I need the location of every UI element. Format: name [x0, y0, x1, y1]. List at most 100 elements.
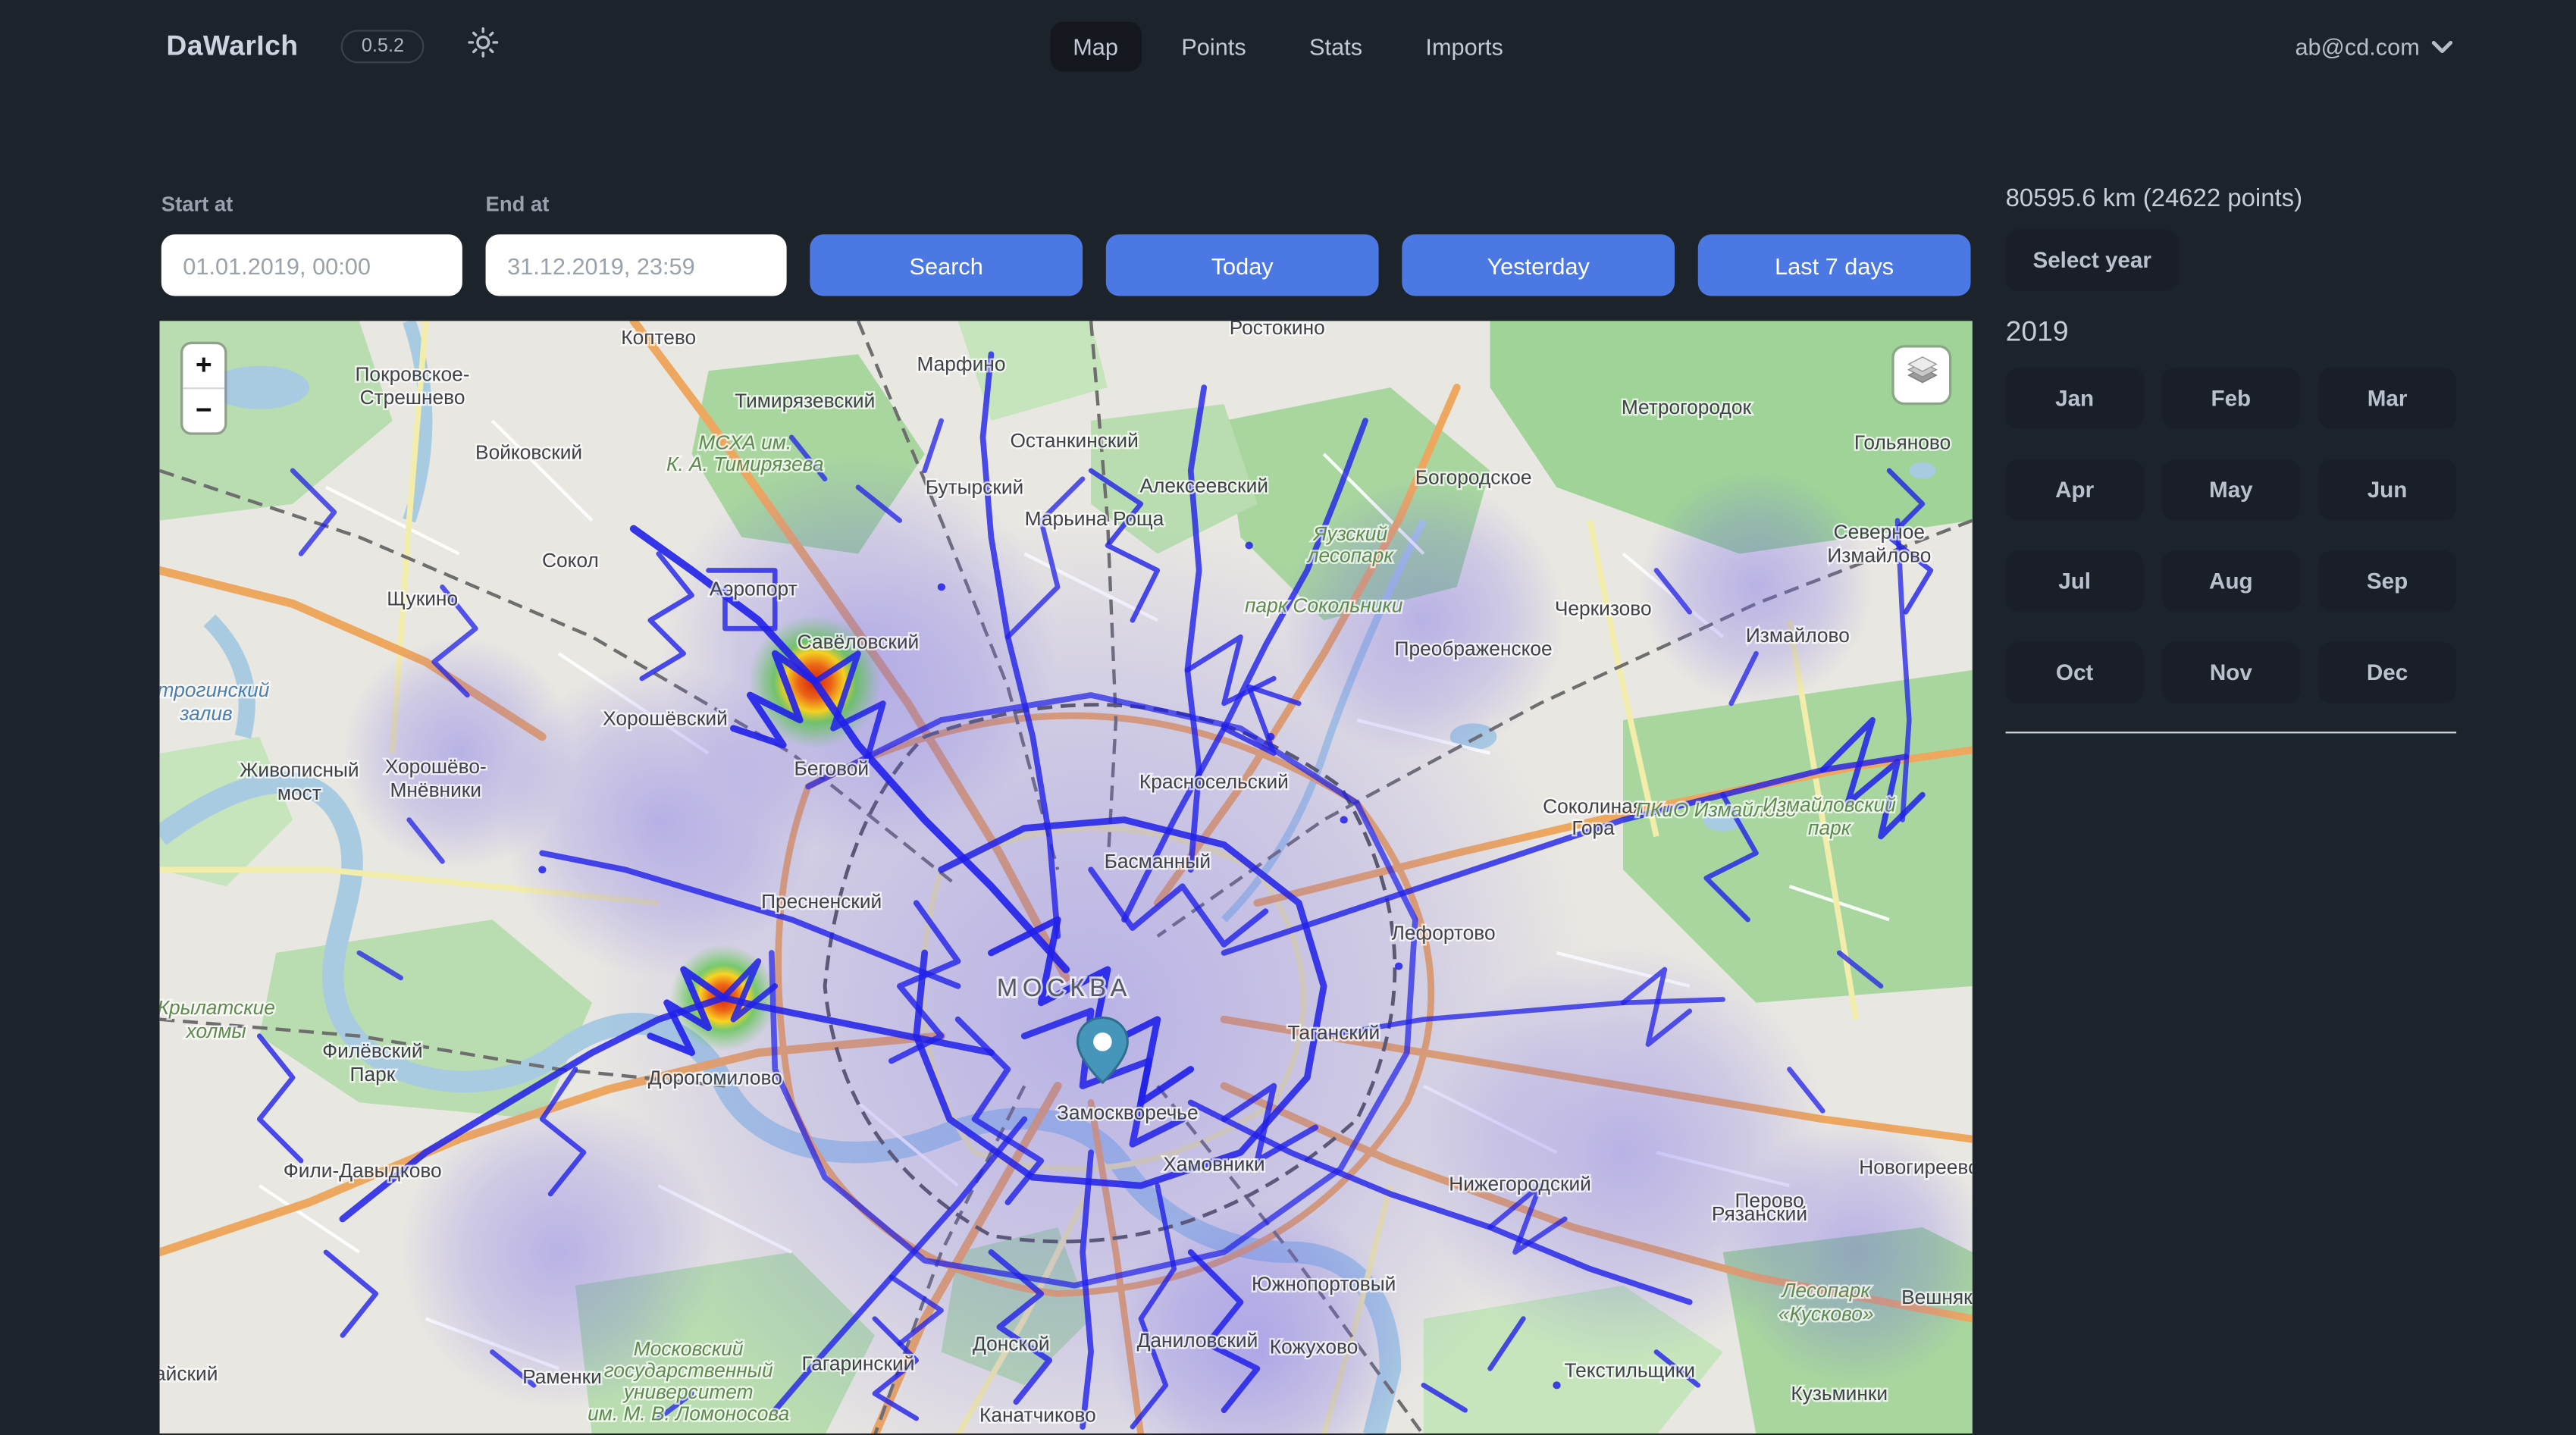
svg-text:МСХА им.: МСХА им.	[698, 431, 791, 453]
svg-text:Измайлово: Измайлово	[1827, 544, 1931, 566]
zoom-in-button[interactable]: +	[183, 344, 224, 389]
month-button-aug[interactable]: Aug	[2162, 550, 2300, 612]
svg-text:Текстильщики: Текстильщики	[1565, 1358, 1696, 1381]
svg-text:Кузьминки: Кузьминки	[1791, 1382, 1888, 1405]
svg-text:Покровское-: Покровское-	[356, 362, 470, 385]
svg-text:Басманный: Басманный	[1105, 850, 1211, 873]
svg-text:Мнёвники: Мнёвники	[390, 779, 481, 801]
app-logo[interactable]: DaWarIch	[166, 30, 298, 63]
svg-text:Северное: Северное	[1834, 521, 1925, 544]
svg-text:государственный: государственный	[604, 1358, 773, 1381]
svg-text:Лесопарк: Лесопарк	[1781, 1279, 1872, 1302]
month-button-feb[interactable]: Feb	[2162, 368, 2300, 429]
start-at-label: Start at	[161, 193, 462, 216]
end-at-label: End at	[486, 193, 787, 216]
svg-text:Хорошёвский: Хорошёвский	[603, 707, 728, 729]
svg-text:парк: парк	[1808, 816, 1852, 839]
svg-text:Парк: Парк	[350, 1063, 396, 1086]
svg-text:Таганский: Таганский	[1287, 1021, 1380, 1044]
svg-text:Московский: Московский	[634, 1337, 744, 1360]
month-button-apr[interactable]: Apr	[2006, 459, 2144, 520]
svg-text:Тимирязевский: Тимирязевский	[735, 389, 875, 412]
svg-text:Войковский: Войковский	[475, 440, 582, 463]
svg-text:Нижегородский: Нижегородский	[1449, 1173, 1591, 1195]
tab-map[interactable]: Map	[1049, 22, 1141, 72]
today-button[interactable]: Today	[1106, 234, 1379, 296]
month-button-oct[interactable]: Oct	[2006, 642, 2144, 703]
theme-toggle-button[interactable]	[467, 27, 499, 67]
svg-text:им. М. В. Ломоносова: им. М. В. Ломоносова	[588, 1402, 789, 1424]
svg-text:Хорошёво-: Хорошёво-	[385, 755, 487, 778]
svg-text:Ростокино: Ростокино	[1230, 321, 1325, 339]
svg-text:Метрогородок: Метрогородок	[1622, 396, 1752, 418]
map-canvas: Покровское-СтрешневоКоптевоТимирязевский…	[160, 321, 1973, 1433]
svg-text:Пресненский: Пресненский	[761, 890, 882, 913]
svg-text:Измайловский: Измайловский	[1763, 794, 1896, 816]
version-badge: 0.5.2	[342, 30, 425, 63]
account-menu[interactable]: ab@cd.com	[2295, 33, 2452, 60]
search-button[interactable]: Search	[810, 234, 1083, 296]
svg-text:Строгинский: Строгинский	[160, 678, 270, 701]
svg-text:Марфино: Марфино	[917, 352, 1005, 375]
svg-text:Канатчиково: Канатчиково	[979, 1404, 1096, 1427]
svg-text:Живописный: Живописный	[240, 758, 359, 781]
tab-imports[interactable]: Imports	[1402, 22, 1527, 72]
yesterday-button[interactable]: Yesterday	[1402, 234, 1675, 296]
month-button-jan[interactable]: Jan	[2006, 368, 2144, 429]
sidebar-divider	[2006, 732, 2456, 733]
svg-text:холмы: холмы	[185, 1020, 246, 1042]
svg-text:парк Сокольники: парк Сокольники	[1245, 594, 1403, 616]
svg-text:Раменки: Раменки	[522, 1365, 602, 1388]
svg-text:айский: айский	[160, 1362, 218, 1385]
svg-text:Замоскворечье: Замоскворечье	[1057, 1101, 1199, 1123]
svg-text:Щукино: Щукино	[387, 587, 458, 610]
zoom-out-button[interactable]: −	[183, 389, 224, 432]
month-button-mar[interactable]: Mar	[2318, 368, 2456, 429]
account-email: ab@cd.com	[2295, 33, 2419, 60]
svg-text:Донской: Донской	[973, 1332, 1050, 1355]
svg-text:Вешняки: Вешняки	[1901, 1286, 1973, 1308]
svg-text:Преображенское: Преображенское	[1395, 637, 1553, 660]
svg-text:К. А. Тимирязева: К. А. Тимирязева	[666, 453, 824, 475]
svg-text:Черкизово: Черкизово	[1555, 597, 1652, 620]
end-at-field: End at	[486, 193, 787, 296]
map-container[interactable]: Покровское-СтрешневоКоптевоТимирязевский…	[160, 321, 1973, 1433]
svg-text:Бутырский: Бутырский	[926, 476, 1024, 499]
last-7-days-button[interactable]: Last 7 days	[1698, 234, 1971, 296]
svg-text:Останкинский: Останкинский	[1010, 429, 1138, 452]
year-sidebar: 80595.6 km (24622 points) Select year 20…	[2006, 183, 2456, 733]
tab-stats[interactable]: Stats	[1286, 22, 1385, 72]
svg-text:Хамовники: Хамовники	[1163, 1152, 1264, 1175]
svg-text:«Кусково»: «Кусково»	[1778, 1302, 1874, 1325]
tab-points[interactable]: Points	[1158, 22, 1270, 72]
month-button-jun[interactable]: Jun	[2318, 459, 2456, 520]
svg-text:Измайлово: Измайлово	[1746, 624, 1850, 647]
layers-icon	[1904, 354, 1940, 396]
svg-text:Беговой: Беговой	[794, 757, 870, 779]
month-button-sep[interactable]: Sep	[2318, 550, 2456, 612]
svg-text:Аэропорт: Аэропорт	[710, 577, 798, 600]
svg-text:Лефортово: Лефортово	[1392, 921, 1496, 944]
header: DaWarIch 0.5.2 Map Points Stats Imports …	[0, 0, 2576, 93]
svg-text:Богородское: Богородское	[1415, 465, 1532, 488]
month-button-dec[interactable]: Dec	[2318, 642, 2456, 703]
svg-text:Перово: Перово	[1735, 1189, 1804, 1212]
end-at-input[interactable]	[486, 234, 787, 296]
svg-text:Даниловский: Даниловский	[1137, 1329, 1258, 1352]
month-button-may[interactable]: May	[2162, 459, 2300, 520]
main-nav: Map Points Stats Imports	[1049, 22, 1526, 72]
svg-text:лесопарк: лесопарк	[1306, 544, 1395, 566]
app-root: DaWarIch 0.5.2 Map Points Stats Imports …	[0, 0, 2576, 1435]
select-year-button[interactable]: Select year	[2006, 230, 2179, 291]
month-button-jul[interactable]: Jul	[2006, 550, 2144, 612]
svg-text:Дорогомилово: Дорогомилово	[648, 1066, 782, 1089]
filter-toolbar: Start at End at Search Today Yesterday L…	[161, 193, 1971, 296]
svg-text:Крылатские: Крылатские	[160, 996, 275, 1019]
start-at-input[interactable]	[161, 234, 462, 296]
svg-text:Гагаринский: Гагаринский	[801, 1352, 914, 1375]
month-button-nov[interactable]: Nov	[2162, 642, 2300, 703]
chevron-down-icon	[2431, 33, 2453, 60]
svg-text:Красносельский: Красносельский	[1139, 770, 1289, 793]
svg-text:Новогиреево: Новогиреево	[1859, 1156, 1972, 1179]
layers-control-button[interactable]	[1894, 347, 1949, 402]
